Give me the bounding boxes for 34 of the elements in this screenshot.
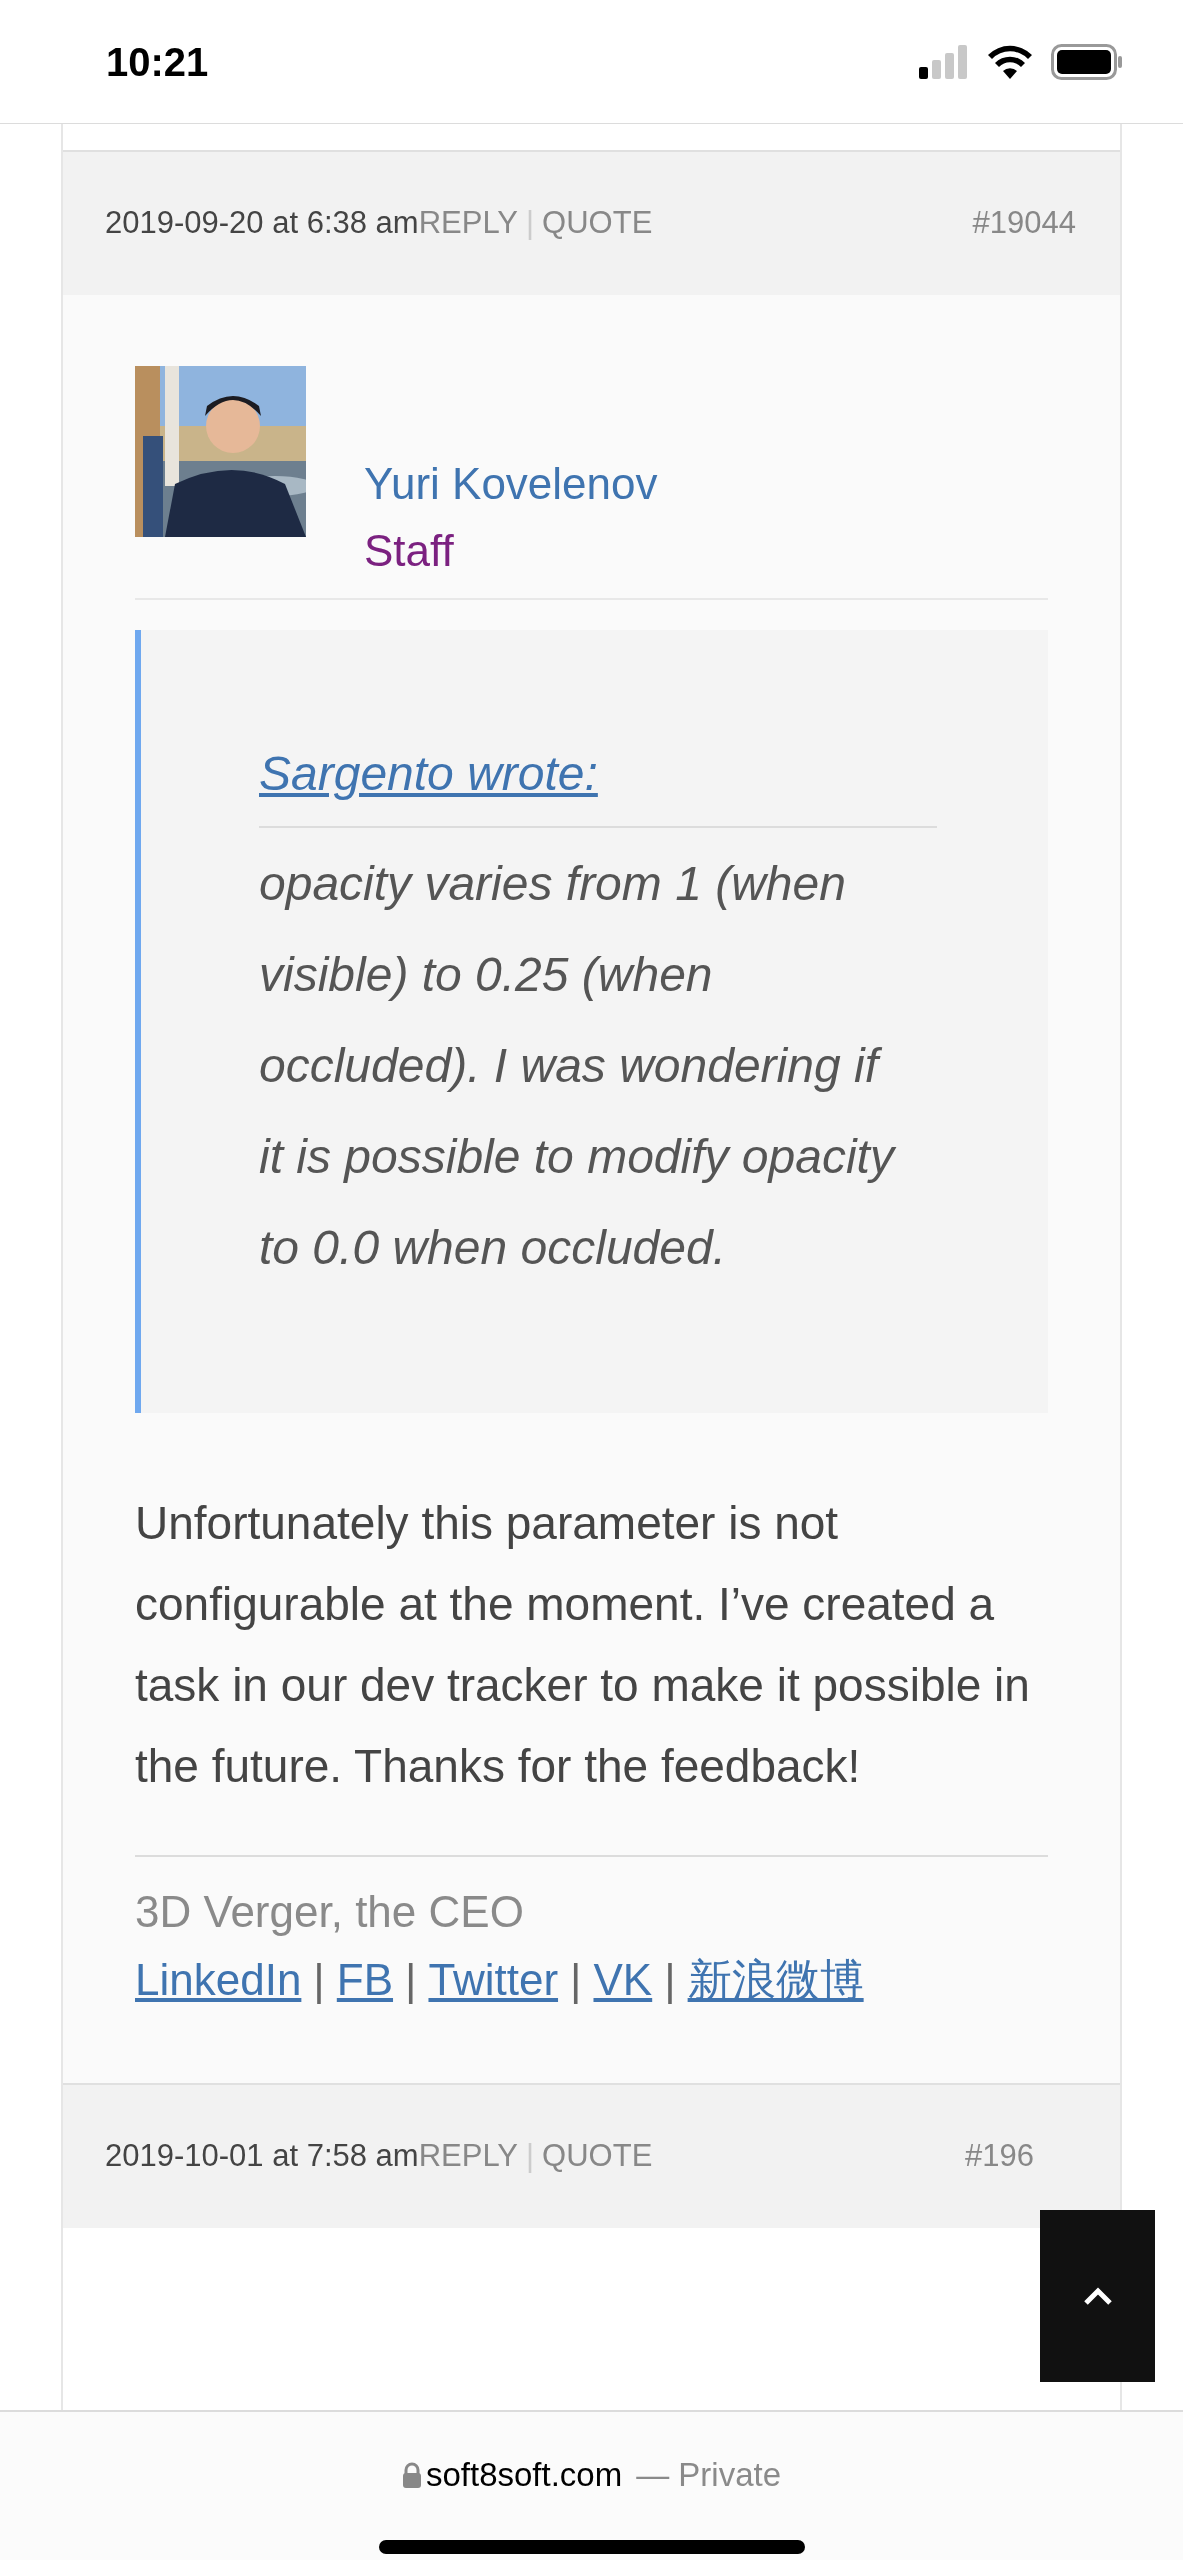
social-link[interactable]: VK bbox=[593, 1947, 653, 2013]
separator: | bbox=[526, 204, 535, 243]
separator: | bbox=[570, 1954, 582, 2006]
reply-link[interactable]: REPLY bbox=[418, 200, 519, 247]
battery-icon bbox=[1051, 43, 1123, 80]
social-link[interactable]: LinkedIn bbox=[135, 1947, 302, 2013]
status-time: 10:21 bbox=[106, 38, 209, 86]
privacy-label: — Private bbox=[636, 2455, 782, 2495]
post-date: 2019-10-01 at 7:58 am bbox=[105, 2137, 419, 2176]
quote-source-link[interactable]: Sargento wrote: bbox=[259, 750, 938, 798]
social-link[interactable]: Twitter bbox=[428, 1947, 559, 2013]
back-to-top-button[interactable] bbox=[1040, 2210, 1155, 2382]
social-link[interactable]: 新浪微博 bbox=[687, 1947, 864, 2013]
post-date: 2019-09-20 at 6:38 am bbox=[105, 204, 419, 243]
separator: | bbox=[313, 1954, 325, 2006]
quote-link[interactable]: QUOTE bbox=[542, 2133, 653, 2180]
url-domain[interactable]: soft8soft.com bbox=[425, 2450, 623, 2500]
signal-icon bbox=[919, 44, 969, 79]
social-link[interactable]: FB bbox=[336, 1947, 394, 2013]
author-name-link[interactable]: Yuri Kovelenov bbox=[364, 456, 658, 511]
quote-text: opacity varies from 1 (when visible) to 0.25 (when occluded). I was wondering if it is possible to modify opacity to 0.0 when occluded. bbox=[259, 856, 897, 1276]
separator: | bbox=[664, 1954, 676, 2006]
post-number-link[interactable]: #19044 bbox=[972, 200, 1076, 247]
separator: | bbox=[526, 2137, 535, 2176]
signature-title: 3D Verger, the CEO bbox=[135, 1886, 525, 1938]
reply-text: Unfortunately this parameter is not configurable at the moment. I’ve created a task in our dev tracker to make it possible in the future. Thanks for the feedback! bbox=[135, 1496, 1031, 1794]
wifi-icon bbox=[987, 44, 1033, 79]
reply-link[interactable]: REPLY bbox=[418, 2133, 519, 2180]
lock-icon bbox=[401, 2461, 422, 2488]
separator: | bbox=[405, 1954, 417, 2006]
author-role: Staff bbox=[364, 525, 455, 577]
chevron-up-icon bbox=[1082, 2286, 1113, 2306]
quote-link[interactable]: QUOTE bbox=[542, 200, 653, 247]
post-number-link[interactable]: #196 bbox=[965, 2133, 1034, 2180]
